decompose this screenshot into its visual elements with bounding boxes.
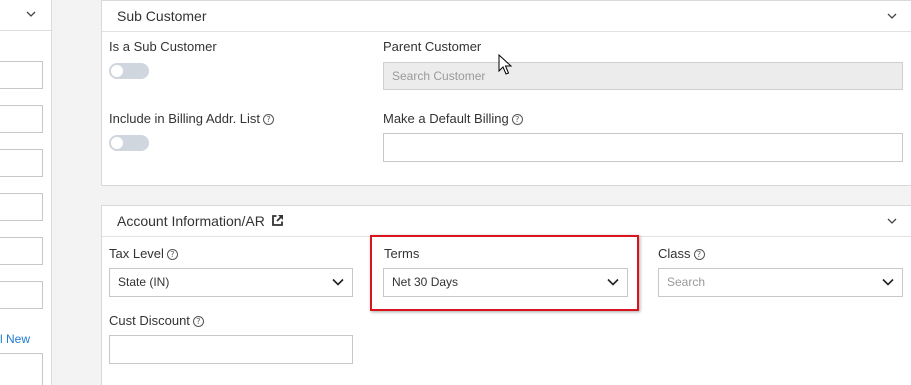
help-icon[interactable]: ? [263, 114, 275, 125]
account-info-title-text: Account Information/AR [117, 213, 265, 229]
left-field-7[interactable] [0, 353, 43, 385]
left-field-6[interactable] [0, 281, 43, 309]
include-billing-toggle[interactable] [109, 135, 149, 151]
left-field-3[interactable] [0, 149, 43, 177]
left-field-4[interactable] [0, 193, 43, 221]
include-billing-label: Include in Billing Addr. List? [109, 111, 275, 126]
mouse-cursor-icon [498, 54, 512, 75]
include-billing-label-text: Include in Billing Addr. List [109, 111, 261, 126]
class-label-text: Class [658, 246, 691, 261]
cust-discount-label-text: Cust Discount [109, 313, 190, 328]
toggle-knob [111, 137, 123, 149]
external-link-icon[interactable] [271, 214, 284, 227]
left-field-2[interactable] [0, 105, 43, 133]
tax-level-select[interactable]: State (IN) [109, 268, 353, 297]
cust-discount-input[interactable] [109, 335, 353, 364]
parent-customer-label: Parent Customer [383, 39, 482, 54]
account-info-header[interactable]: Account Information/AR [102, 206, 911, 237]
tax-level-label: Tax Level? [109, 246, 178, 261]
left-panel: l New [0, 0, 52, 385]
class-placeholder: Search [667, 275, 706, 289]
terms-highlight-box [370, 235, 639, 311]
default-billing-label-text: Make a Default Billing [383, 111, 509, 126]
cust-discount-label: Cust Discount? [109, 313, 204, 328]
parent-customer-placeholder: Search Customer [392, 69, 486, 83]
sub-customer-header[interactable]: Sub Customer [102, 1, 911, 32]
is-sub-customer-toggle[interactable] [109, 63, 149, 79]
help-icon[interactable]: ? [511, 114, 523, 125]
chevron-down-icon[interactable] [26, 9, 36, 19]
toggle-knob [111, 65, 123, 77]
chevron-down-icon[interactable] [887, 216, 897, 226]
help-icon[interactable]: ? [693, 249, 705, 260]
class-label: Class? [658, 246, 705, 261]
help-icon[interactable]: ? [192, 316, 204, 327]
class-search-select[interactable]: Search [658, 268, 903, 297]
sub-customer-title: Sub Customer [117, 8, 207, 24]
chevron-down-icon [882, 278, 894, 286]
left-panel-header[interactable] [0, 0, 52, 31]
parent-customer-search-input[interactable]: Search Customer [383, 62, 903, 90]
tax-level-value: State (IN) [118, 275, 170, 289]
default-billing-input[interactable] [383, 133, 903, 162]
left-field-5[interactable] [0, 237, 43, 265]
add-new-link[interactable]: l New [0, 332, 30, 346]
default-billing-label: Make a Default Billing? [383, 111, 523, 126]
chevron-down-icon[interactable] [887, 11, 897, 21]
chevron-down-icon [332, 278, 344, 286]
account-info-title: Account Information/AR [117, 213, 284, 229]
is-sub-customer-label: Is a Sub Customer [109, 39, 217, 54]
tax-level-label-text: Tax Level [109, 246, 164, 261]
help-icon[interactable]: ? [166, 249, 178, 260]
left-field-1[interactable] [0, 61, 43, 89]
